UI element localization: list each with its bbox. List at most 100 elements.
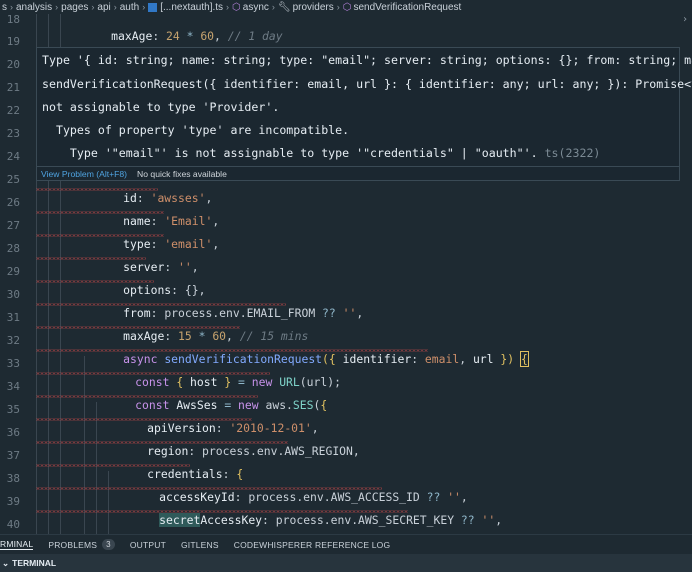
error-squiggle <box>36 211 164 214</box>
panel-tab-bar: RMINAL PROBLEMS 3 OUTPUT GITLENS CODEWHIS… <box>0 534 692 554</box>
line-number: 26 <box>6 196 20 209</box>
error-code: ts(2322) <box>537 146 601 160</box>
code-line: maxAge: 24 * 60, // 1 day <box>111 29 283 43</box>
breadcrumb-item-async[interactable]: ⬡ async <box>232 2 269 13</box>
line-number: 20 <box>6 58 20 71</box>
line-number: 33 <box>6 357 20 370</box>
code-line: maxAge: 15 * 60, // 15 mins <box>123 329 309 343</box>
line-number: 29 <box>6 265 20 278</box>
breadcrumb-item-function[interactable]: ⬡ sendVerificationRequest <box>343 2 462 13</box>
code-line: apiVersion: '2010-12-01', <box>147 421 319 435</box>
line-number: 22 <box>6 104 20 117</box>
error-squiggle <box>36 234 164 237</box>
breadcrumb-item-pages[interactable]: pages <box>61 2 88 13</box>
terminal-section-header[interactable]: ⌄ TERMINAL <box>0 554 692 572</box>
tab-terminal[interactable]: RMINAL <box>0 539 34 550</box>
error-squiggle <box>36 441 288 444</box>
error-squiggle <box>36 487 382 490</box>
cube-icon: ⬡ <box>342 1 352 13</box>
line-number: 19 <box>6 35 20 48</box>
breadcrumb-item-providers[interactable]: 🔧︎ providers <box>278 2 334 13</box>
cube-icon: ⬡ <box>232 1 241 13</box>
code-line: from: process.env.EMAIL_FROM ?? '', <box>123 306 364 320</box>
code-editor[interactable]: 18 19 20 21 22 23 24 25 26 27 28 29 30 3… <box>0 14 692 534</box>
error-squiggle <box>36 395 258 398</box>
tab-output[interactable]: OUTPUT <box>130 540 166 550</box>
code-line: name: 'Email', <box>123 214 220 228</box>
code-line: credentials: { <box>147 467 244 481</box>
code-line: const { host } = new URL(url); <box>135 375 341 389</box>
error-squiggle <box>36 349 428 352</box>
error-squiggle <box>36 418 252 421</box>
line-number: 24 <box>6 150 20 163</box>
no-quick-fixes-label: No quick fixes available <box>137 168 227 179</box>
line-number: 31 <box>6 311 20 324</box>
line-number: 23 <box>6 127 20 140</box>
typescript-file-icon <box>148 2 158 12</box>
line-number: 35 <box>6 403 20 416</box>
breadcrumb-item-api[interactable]: api <box>97 2 110 13</box>
chevron-right-icon[interactable]: › <box>682 14 692 34</box>
line-number: 39 <box>6 495 20 508</box>
error-squiggle <box>36 280 154 283</box>
terminal-section-label: TERMINAL <box>12 558 57 568</box>
hover-message-line: sendVerificationRequest({ identifier: em… <box>42 77 692 91</box>
chevron-right-icon: › <box>55 2 59 12</box>
code-line: const AwsSes = new aws.SES({ <box>135 398 328 412</box>
error-squiggle <box>36 372 270 375</box>
error-hover-tooltip: Type '{ id: string; name: string; type: … <box>36 47 692 181</box>
selection-highlight: secret <box>159 513 201 527</box>
chevron-down-icon: ⌄ <box>2 557 10 568</box>
line-number: 18 <box>6 14 20 26</box>
line-number: 28 <box>6 242 20 255</box>
tab-problems[interactable]: PROBLEMS 3 <box>48 539 115 550</box>
breadcrumb: s › analysis › pages › api › auth › [...… <box>0 0 692 14</box>
error-squiggle <box>36 510 408 513</box>
chevron-right-icon: › <box>142 2 146 12</box>
chevron-right-icon: › <box>113 2 117 12</box>
line-number: 25 <box>6 173 20 186</box>
code-line: }, <box>106 516 161 534</box>
code-line: secretAccessKey: process.env.AWS_SECRET_… <box>159 513 503 527</box>
line-number: 27 <box>6 219 20 232</box>
hover-message-line: Type '"email"' is not assignable to type… <box>42 146 601 160</box>
wrench-icon: 🔧︎ <box>277 1 291 13</box>
breadcrumb-item-file[interactable]: [...nextauth].ts <box>148 2 223 13</box>
tab-gitlens[interactable]: GITLENS <box>181 540 219 550</box>
view-problem-link[interactable]: View Problem (Alt+F8) <box>41 169 127 179</box>
problems-count-badge: 3 <box>102 539 115 550</box>
chevron-right-icon: › <box>10 2 13 12</box>
line-number: 34 <box>6 380 20 393</box>
chevron-right-icon: › <box>91 2 95 12</box>
line-number: 38 <box>6 472 20 485</box>
chevron-right-icon: › <box>271 2 275 12</box>
line-number: 32 <box>6 334 20 347</box>
error-squiggle <box>36 188 158 191</box>
chevron-right-icon: › <box>336 2 340 12</box>
matching-brace: { <box>519 351 529 367</box>
code-line: accessKeyId: process.env.AWS_ACCESS_ID ?… <box>159 490 468 504</box>
breadcrumb-item-prefix[interactable]: s <box>2 2 7 13</box>
hover-footer: View Problem (Alt+F8) No quick fixes ava… <box>37 166 679 180</box>
code-line: options: {}, <box>123 283 206 297</box>
line-number: 37 <box>6 449 20 462</box>
error-squiggle <box>36 326 240 329</box>
error-squiggle <box>36 303 286 306</box>
breadcrumb-item-analysis[interactable]: analysis <box>16 2 52 13</box>
hover-message-line: Type '{ id: string; name: string; type: … <box>42 53 692 67</box>
line-number: 21 <box>6 81 20 94</box>
line-number-gutter: 18 19 20 21 22 23 24 25 26 27 28 29 30 3… <box>0 14 28 534</box>
code-line: async sendVerificationRequest({ identifi… <box>123 351 529 367</box>
tab-codewhisperer-reference-log[interactable]: CODEWHISPERER REFERENCE LOG <box>234 540 391 550</box>
line-number: 40 <box>6 518 20 531</box>
code-line: type: 'email', <box>123 237 220 251</box>
error-squiggle <box>36 464 190 467</box>
hover-message-line: Types of property 'type' are incompatibl… <box>42 123 350 137</box>
error-squiggle <box>36 257 146 260</box>
hover-message-line: not assignable to type 'Provider'. <box>42 100 280 114</box>
line-number: 30 <box>6 288 20 301</box>
line-number: 36 <box>6 426 20 439</box>
chevron-right-icon: › <box>226 2 230 12</box>
breadcrumb-item-auth[interactable]: auth <box>120 2 139 13</box>
code-line: server: '', <box>123 260 199 274</box>
